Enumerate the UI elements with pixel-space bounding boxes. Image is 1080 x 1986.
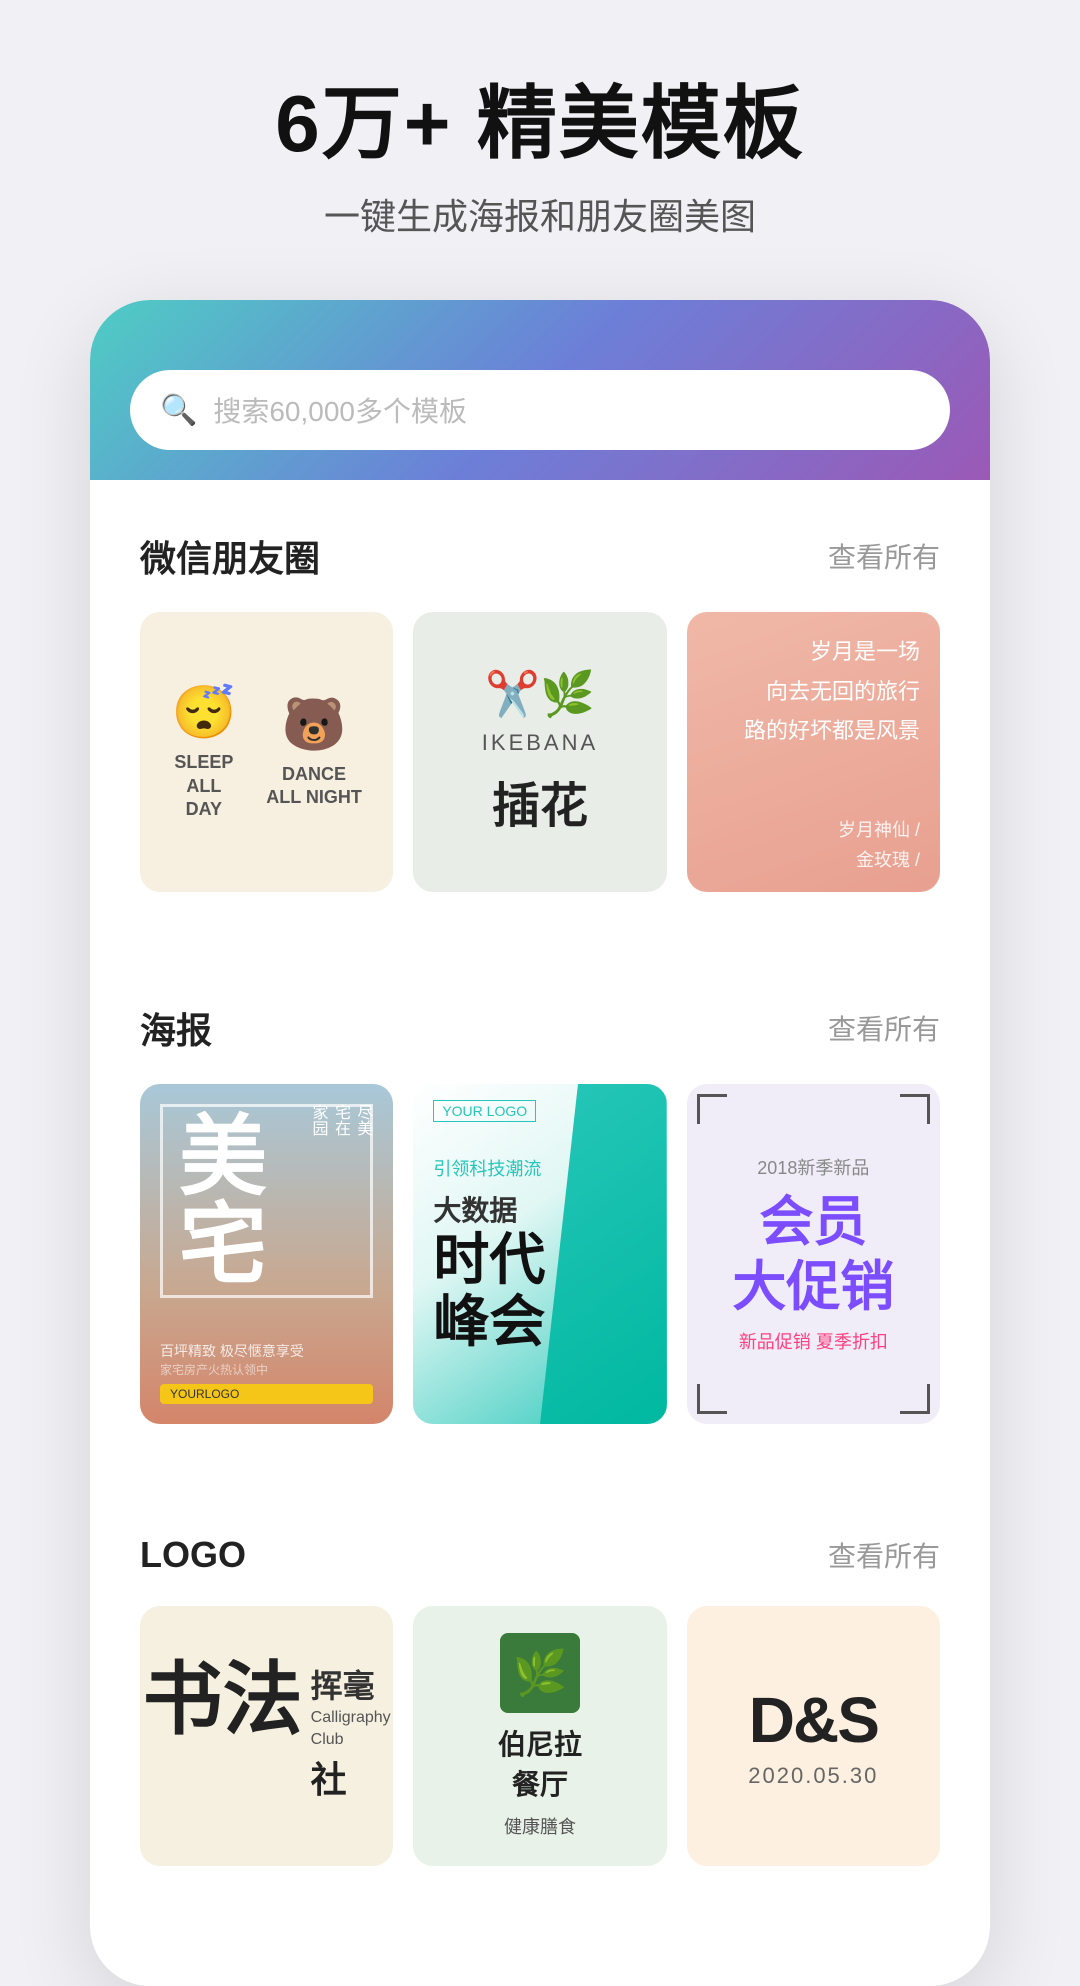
poster-3-sub: 新品促销 夏季折扣: [739, 1328, 888, 1354]
restaurant-icon: 🌿: [500, 1633, 580, 1713]
restaurant-sub: 健康膳食: [504, 1813, 576, 1839]
wechat-title: 微信朋友圈: [140, 530, 320, 582]
logo-card-1-content: 书法 挥毫 Calligraphy Club 社: [140, 1606, 393, 1866]
poster-3-year: 2018新季新品: [757, 1154, 869, 1180]
sig-1: 岁月神仙 /: [838, 816, 920, 842]
sleep-emoji: 😴: [171, 682, 236, 743]
calligraphy-en-1: Calligraphy: [311, 1709, 391, 1726]
ds-logo-main: D&S: [749, 1683, 878, 1757]
poster-card-promo[interactable]: 2018新季新品 会员大促销 新品促销 夏季折扣: [687, 1084, 940, 1424]
restaurant-name-l2: 餐厅: [512, 1769, 568, 1800]
dance-text: DANCEALL NIGHT: [266, 763, 362, 810]
card-header: 🔍 搜索60,000多个模板: [90, 300, 990, 480]
wechat-poem-sig: 岁月神仙 / 金玫瑰 /: [707, 816, 920, 872]
search-placeholder: 搜索60,000多个模板: [213, 390, 467, 430]
poster-card-meizhai[interactable]: 美宅 尽美宅在家园 百坪精致 极尽惬意享受 家宅房产火热认领中 YOURLOGO: [140, 1084, 393, 1424]
poster-card-summit[interactable]: YOUR LOGO 引领科技潮流 大数据 时代峰会: [413, 1084, 666, 1424]
poster-3-title: 会员大促销: [732, 1190, 894, 1320]
poster-side-text: 尽美宅在家园: [306, 1104, 373, 1136]
poster-title: 海报: [140, 1002, 212, 1054]
ikebana-icon: ✂️🌿: [485, 668, 595, 720]
wechat-card-poem[interactable]: 岁月是一场向去无回的旅行路的好坏都是风景 岁月神仙 / 金玫瑰 /: [687, 612, 940, 892]
calligraphy-layout: 书法 挥毫 Calligraphy Club 社: [143, 1661, 391, 1812]
wechat-grid: 😴 SLEEPALLDAY 🐻 DANCEALL NIGHT: [140, 612, 940, 892]
logo-card-ds[interactable]: D&S 2020.05.30: [687, 1606, 940, 1866]
calligraphy-en-2: Club: [311, 1731, 344, 1748]
poster-viewall[interactable]: 查看所有: [828, 1008, 940, 1048]
calligraphy-en: Calligraphy Club: [311, 1707, 391, 1752]
gap-2: [90, 1424, 990, 1484]
calligraphy-brush: 挥毫: [311, 1661, 391, 1707]
poster-big-word: 大数据: [433, 1189, 646, 1229]
wechat-viewall[interactable]: 查看所有: [828, 536, 940, 576]
ikebana-text-en: IKEBANA: [482, 730, 598, 756]
sleep-text: SLEEPALLDAY: [171, 751, 236, 821]
wechat-card-3-content: 岁月是一场向去无回的旅行路的好坏都是风景 岁月神仙 / 金玫瑰 /: [687, 612, 940, 892]
poster-grid: 美宅 尽美宅在家园 百坪精致 极尽惬意享受 家宅房产火热认领中 YOURLOGO…: [140, 1084, 940, 1424]
poster-card-2-content: YOUR LOGO 引领科技潮流 大数据 时代峰会: [413, 1084, 666, 1424]
corner-tr: [900, 1094, 930, 1124]
calligraphy-small-cn: 社: [311, 1751, 391, 1803]
phone-card: 🔍 搜索60,000多个模板 微信朋友圈 查看所有 😴 SLEEPALLDAY: [90, 300, 990, 1986]
logo-grid: 书法 挥毫 Calligraphy Club 社: [140, 1606, 940, 1866]
hero-subtitle: 一键生成海报和朋友圈美图: [275, 188, 804, 240]
wechat-card-2-content: ✂️🌿 IKEBANA 插花: [413, 612, 666, 892]
wechat-poem-text: 岁月是一场向去无回的旅行路的好坏都是风景: [707, 632, 920, 751]
ikebana-text-cn: 插花: [492, 766, 588, 836]
poster-logo-small: YOURLOGO: [160, 1384, 373, 1404]
restaurant-name: 伯尼拉 餐厅: [498, 1723, 582, 1803]
poster-logo-yourlogo: YOUR LOGO: [433, 1100, 536, 1122]
poster-section: 海报 查看所有 美宅 尽美宅在家园 百坪精致 极尽惬意享受 家宅房产火热认领中 …: [90, 952, 990, 1424]
wechat-card-1-content: 😴 SLEEPALLDAY 🐻 DANCEALL NIGHT: [140, 612, 393, 892]
corner-br: [900, 1384, 930, 1414]
calligraphy-right: 挥毫 Calligraphy Club 社: [311, 1661, 391, 1812]
logo-card-calligraphy[interactable]: 书法 挥毫 Calligraphy Club 社: [140, 1606, 393, 1866]
wechat-section: 微信朋友圈 查看所有 😴 SLEEPALLDAY 🐻: [90, 480, 990, 892]
logo-title: LOGO: [140, 1534, 246, 1576]
gap-1: [90, 892, 990, 952]
poster-2-title: 时代峰会: [433, 1229, 646, 1352]
search-bar[interactable]: 🔍 搜索60,000多个模板: [130, 370, 950, 450]
logo-section: LOGO 查看所有 书法 挥毫 Calligraphy Club: [90, 1484, 990, 1866]
wechat-section-header: 微信朋友圈 查看所有: [140, 530, 940, 582]
calligraphy-big-cn: 书法: [143, 1661, 303, 1741]
wechat-card-ikebana[interactable]: ✂️🌿 IKEBANA 插花: [413, 612, 666, 892]
logo-card-2-content: 🌿 伯尼拉 餐厅 健康膳食: [413, 1606, 666, 1866]
dance-emoji: 🐻: [266, 694, 362, 755]
restaurant-name-l1: 伯尼拉: [498, 1729, 582, 1760]
page-wrapper: 6万+ 精美模板 一键生成海报和朋友圈美图 🔍 搜索60,000多个模板 微信朋…: [0, 0, 1080, 1986]
hero-section: 6万+ 精美模板 一键生成海报和朋友圈美图: [215, 80, 864, 240]
sleep-group: 😴 SLEEPALLDAY: [171, 682, 236, 821]
search-icon: 🔍: [160, 393, 197, 428]
logo-section-header: LOGO 查看所有: [140, 1534, 940, 1576]
poster-card-3-content: 2018新季新品 会员大促销 新品促销 夏季折扣: [687, 1084, 940, 1424]
poster-section-header: 海报 查看所有: [140, 1002, 940, 1054]
poster-2-subtitle: 引领科技潮流: [433, 1155, 646, 1181]
sig-2: 金玫瑰 /: [856, 846, 920, 872]
ds-logo-date: 2020.05.30: [748, 1763, 878, 1789]
wechat-card-sleep-dance[interactable]: 😴 SLEEPALLDAY 🐻 DANCEALL NIGHT: [140, 612, 393, 892]
poster-2-text: 引领科技潮流 大数据 时代峰会: [433, 1155, 646, 1352]
sleep-dance-content: 😴 SLEEPALLDAY 🐻 DANCEALL NIGHT: [171, 682, 361, 821]
dance-group: 🐻 DANCEALL NIGHT: [266, 694, 362, 810]
hero-title: 6万+ 精美模板: [275, 80, 804, 168]
logo-viewall[interactable]: 查看所有: [828, 1535, 940, 1575]
logo-card-restaurant[interactable]: 🌿 伯尼拉 餐厅 健康膳食: [413, 1606, 666, 1866]
corner-bl: [697, 1384, 727, 1414]
logo-card-3-content: D&S 2020.05.30: [687, 1606, 940, 1866]
gap-3: [90, 1866, 990, 1926]
poster-bottom-text: 百坪精致 极尽惬意享受 家宅房产火热认领中: [160, 1341, 373, 1378]
corner-tl: [697, 1094, 727, 1124]
poster-card-1-content: 美宅 尽美宅在家园 百坪精致 极尽惬意享受 家宅房产火热认领中 YOURLOGO: [140, 1084, 393, 1424]
